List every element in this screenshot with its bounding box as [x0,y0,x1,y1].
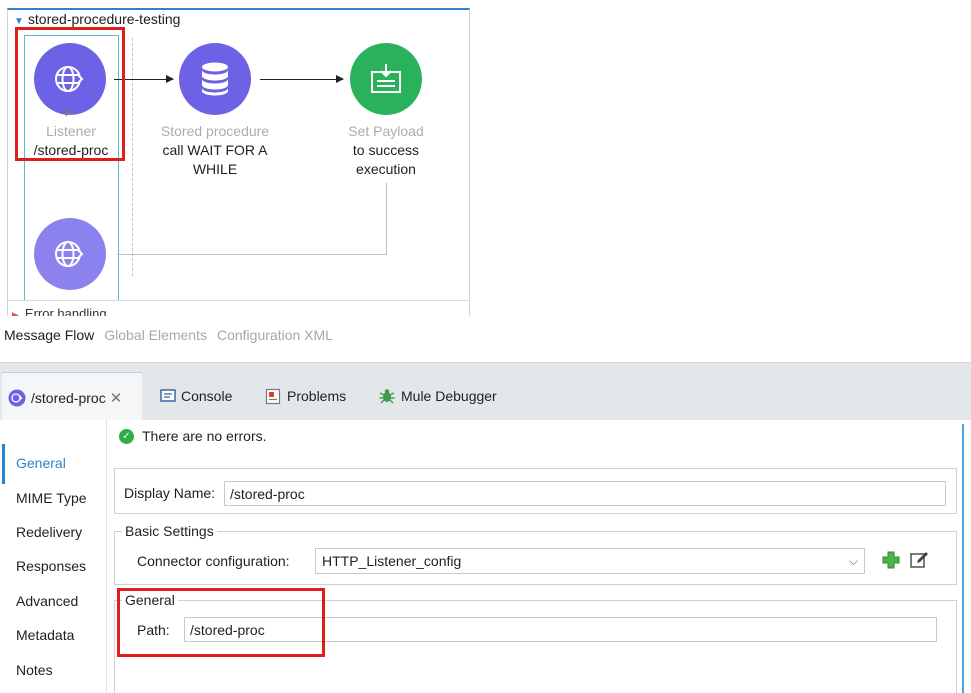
globe-icon [55,241,84,267]
flow-title[interactable]: ▼ stored-procedure-testing [14,11,180,27]
node-name: call WAIT FOR A WHILE [162,142,268,177]
problems-icon [265,388,281,404]
connector-config-select[interactable]: HTTP_Listener_config ⌵ [315,548,865,574]
panel-tab-bar: /stored-proc ✕ Console Problems Mule Deb… [0,362,971,422]
response-connector [117,254,387,255]
nav-item-notes[interactable]: Notes [16,662,53,678]
response-connector [386,183,387,255]
highlight-box [117,588,325,657]
collapse-triangle-icon[interactable]: ▼ [14,16,24,27]
tab-mule-debugger[interactable]: Mule Debugger [378,371,497,421]
nav-item-responses[interactable]: Responses [16,558,86,574]
flow-arrow [260,75,344,83]
node-name: to success execution [352,142,420,177]
expand-triangle-icon[interactable]: ▶ [12,310,19,316]
set-payload-node[interactable] [350,43,422,115]
console-icon [160,389,176,402]
tab-stored-proc[interactable]: /stored-proc ✕ [2,372,142,422]
nav-active-indicator [2,444,5,484]
node-type: Stored procedure [160,123,270,139]
set-payload-icon [371,64,401,93]
debugger-bug-icon [379,389,395,404]
close-icon[interactable]: ✕ [110,389,123,407]
listener-tab-icon [8,389,26,406]
chevron-down-icon: ⌵ [848,553,858,568]
database-icon [202,62,228,96]
add-icon[interactable] [882,551,900,569]
set-payload-label[interactable]: Set Payload to success execution [330,122,442,179]
nav-item-metadata[interactable]: Metadata [16,627,74,643]
node-type: Set Payload [348,123,424,139]
listener-response-node[interactable] [34,218,106,290]
nav-item-general[interactable]: General [16,455,66,471]
stored-procedure-node[interactable] [179,43,251,115]
tab-message-flow[interactable]: Message Flow [0,324,100,348]
tab-global-elements[interactable]: Global Elements [100,324,213,348]
nav-item-mime-type[interactable]: MIME Type [16,490,87,506]
nav-item-redelivery[interactable]: Redelivery [16,524,82,540]
connector-config-label: Connector configuration: [137,553,290,569]
tab-configuration-xml[interactable]: Configuration XML [213,324,339,348]
display-name-input[interactable] [224,481,946,506]
basic-settings-title: Basic Settings [122,523,217,539]
highlight-box [15,27,125,161]
tab-problems[interactable]: Problems [265,371,346,421]
error-handling-section[interactable]: ▶ Error handling [12,306,107,316]
flow-canvas[interactable]: ▼ stored-procedure-testing ⇄ Listener /s… [0,0,471,316]
scrollbar[interactable] [962,424,964,693]
nav-item-advanced[interactable]: Advanced [16,593,78,609]
source-divider [132,38,133,276]
section-divider [8,300,469,301]
status-row: ✓ There are no errors. [119,428,267,444]
edit-icon[interactable] [910,551,929,569]
display-name-label: Display Name: [124,485,216,501]
tab-console[interactable]: Console [160,371,232,421]
stored-procedure-label[interactable]: Stored procedure call WAIT FOR A WHILE [145,122,285,179]
check-icon: ✓ [119,428,134,444]
editor-tabs: Message Flow Global Elements Configurati… [0,324,339,348]
status-message: There are no errors. [142,428,267,444]
